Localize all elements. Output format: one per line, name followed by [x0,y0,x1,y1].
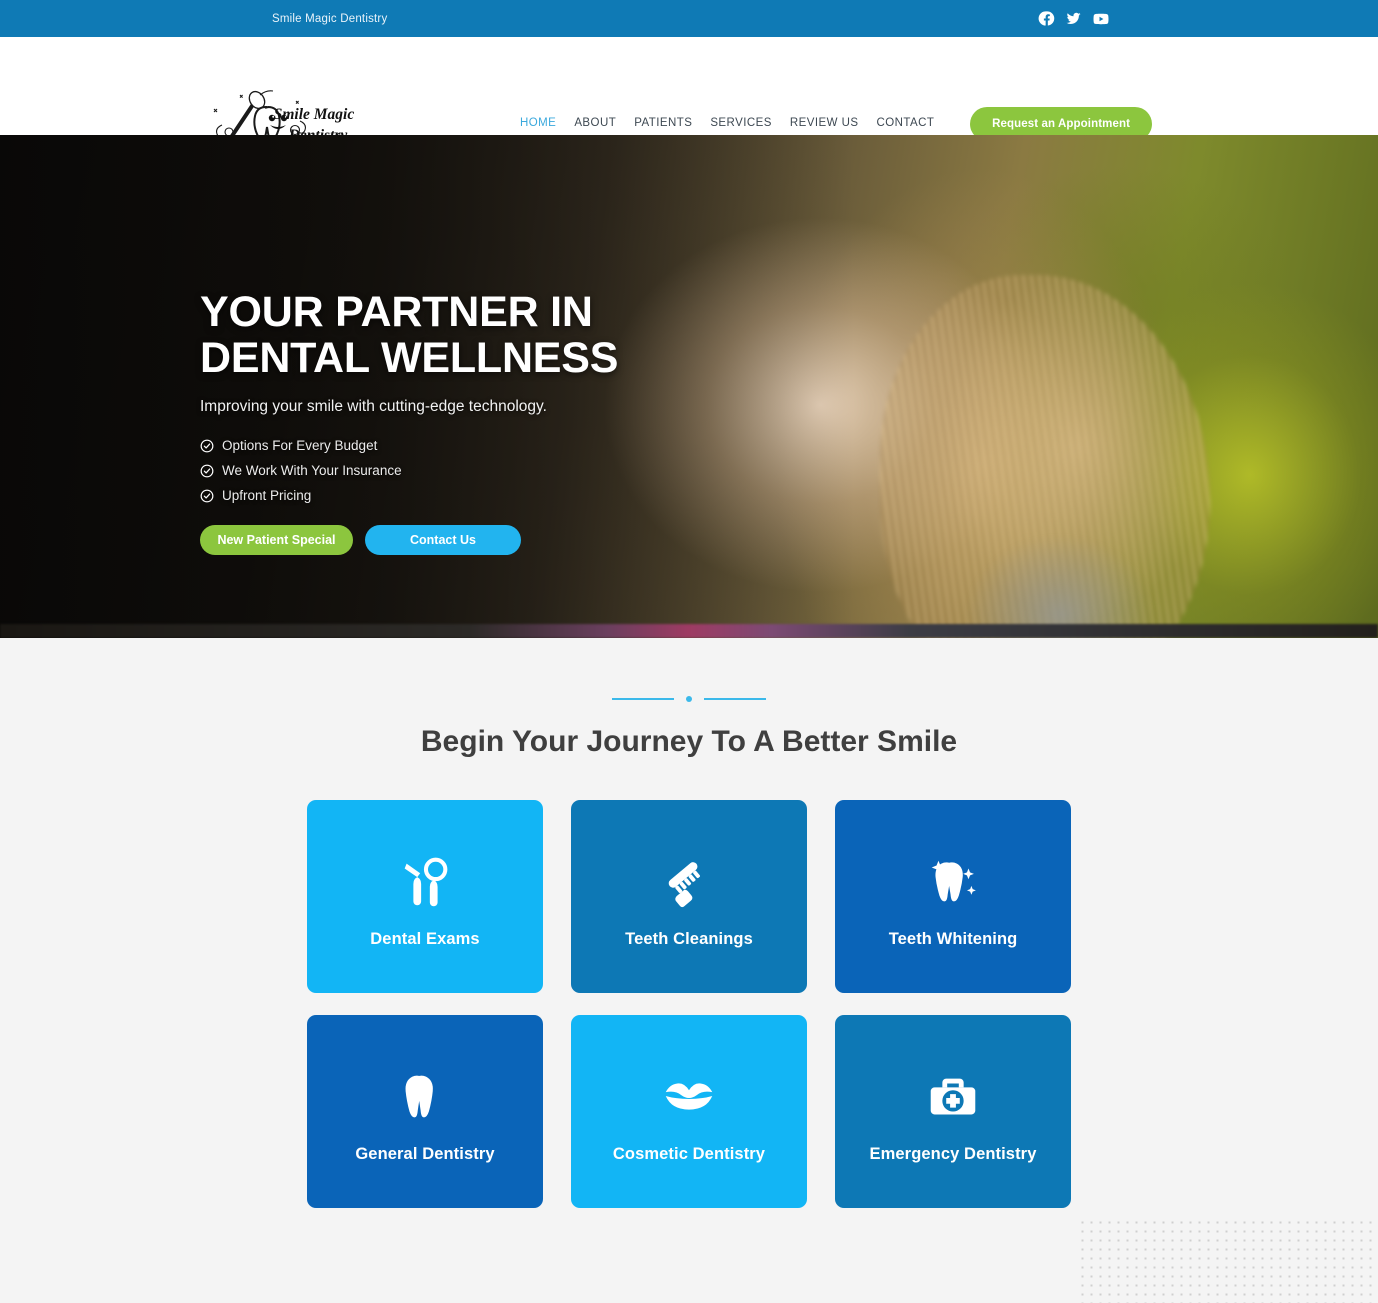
dental-tools-icon [394,844,456,920]
hero-feature-label: Options For Every Budget [222,438,378,454]
lips-icon [658,1059,720,1135]
tooth-icon [394,1059,456,1135]
service-card-teeth-cleanings[interactable]: Teeth Cleanings [571,800,807,993]
hero-content: YOUR PARTNER IN DENTAL WELLNESS Improvin… [200,288,800,556]
hero-feature-list: Options For Every Budget We Work With Yo… [200,438,800,503]
list-item: Options For Every Budget [200,438,800,453]
service-card-label: Teeth Whitening [888,930,1018,948]
logo-text-line1: Smile Magic [274,106,355,123]
nav-item-review-us[interactable]: REVIEW US [790,117,859,129]
new-patient-special-button[interactable]: New Patient Special [200,525,353,556]
divider-dot [686,696,692,702]
first-aid-kit-icon [922,1059,984,1135]
toothbrush-icon [658,844,720,920]
main-navigation: HOME ABOUT PATIENTS SERVICES REVIEW US C… [520,117,934,129]
service-card-cosmetic-dentistry[interactable]: Cosmetic Dentistry [571,1015,807,1208]
hero-section: YOUR PARTNER IN DENTAL WELLNESS Improvin… [0,135,1378,638]
hero-feature-label: Upfront Pricing [222,488,312,504]
nav-item-home[interactable]: HOME [520,117,556,129]
nav-item-contact[interactable]: CONTACT [876,117,934,129]
service-card-label: Cosmetic Dentistry [612,1145,766,1163]
facebook-icon[interactable] [1038,10,1055,27]
service-card-dental-exams[interactable]: Dental Exams [307,800,543,993]
nav-item-about[interactable]: ABOUT [574,117,616,129]
twitter-icon[interactable] [1065,10,1082,27]
section-title: Begin Your Journey To A Better Smile [420,725,958,758]
sparkling-tooth-icon [922,844,984,920]
hero-bottom-strip [0,624,1378,638]
site-header: Smile Magic Dentistry HOME ABOUT PATIENT… [0,37,1378,150]
service-card-label: Teeth Cleanings [625,930,753,948]
hero-heading-line2: DENTAL WELLNESS [200,333,619,382]
services-grid: Dental Exams Teeth Cleanings Teeth White… [307,800,1071,1208]
services-section: Begin Your Journey To A Better Smile Den… [0,638,1378,1303]
section-divider [0,638,1378,702]
divider-line-right [704,698,766,700]
list-item: Upfront Pricing [200,488,800,503]
site-name-topbar: Smile Magic Dentistry [272,12,388,25]
service-card-label: General Dentistry [355,1145,495,1163]
check-circle-icon [200,489,214,503]
youtube-icon[interactable] [1092,10,1110,28]
service-card-emergency-dentistry[interactable]: Emergency Dentistry [835,1015,1071,1208]
hero-heading-line1: YOUR PARTNER IN [200,288,593,336]
service-card-teeth-whitening[interactable]: Teeth Whitening [835,800,1071,993]
service-card-general-dentistry[interactable]: General Dentistry [307,1015,543,1208]
hero-feature-label: We Work With Your Insurance [222,463,402,479]
nav-item-patients[interactable]: PATIENTS [634,117,692,129]
hero-heading: YOUR PARTNER IN DENTAL WELLNESS [200,288,800,382]
hero-buttons: New Patient Special Contact Us [200,525,800,556]
hero-subheading: Improving your smile with cutting-edge t… [200,398,547,416]
nav-item-services[interactable]: SERVICES [710,117,772,129]
decorative-dot-pattern [1078,1218,1378,1303]
service-card-label: Dental Exams [370,930,480,948]
divider-line-left [612,698,674,700]
social-links [1038,10,1110,28]
check-circle-icon [200,464,214,478]
contact-us-button[interactable]: Contact Us [365,525,521,556]
service-card-label: Emergency Dentistry [869,1145,1037,1163]
check-circle-icon [200,439,214,453]
list-item: We Work With Your Insurance [200,463,800,478]
top-bar: Smile Magic Dentistry [0,0,1378,37]
